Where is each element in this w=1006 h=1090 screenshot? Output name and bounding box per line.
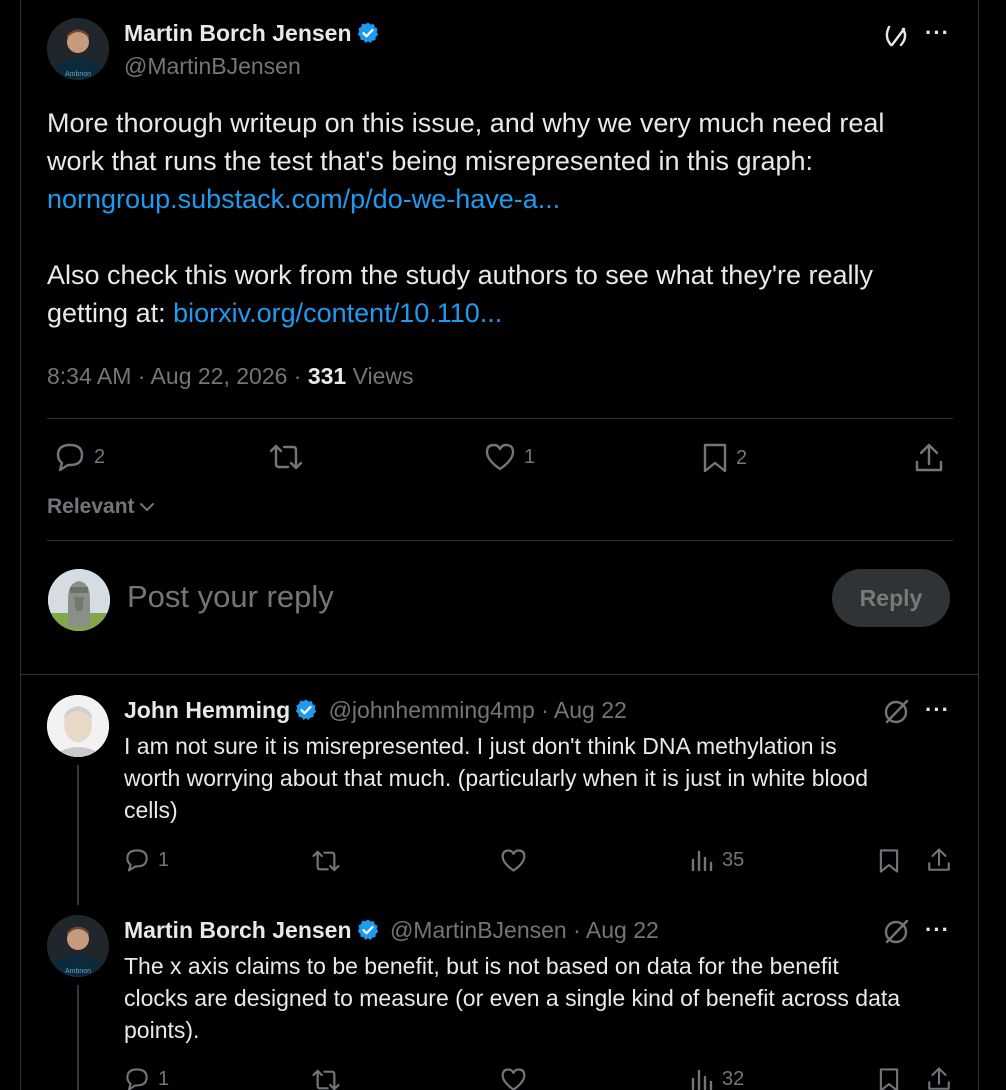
author-handle[interactable]: @MartinBJensen bbox=[124, 53, 301, 80]
verified-badge-icon bbox=[356, 21, 380, 51]
post-time-date[interactable]: 8:34 AM · Aug 22, 2026 · bbox=[47, 363, 308, 389]
like-action[interactable]: 1 bbox=[484, 442, 535, 472]
reply-text: The x axis claims to be benefit, but is … bbox=[124, 950, 954, 1046]
reply-author-name[interactable]: Martin Borch Jensen bbox=[124, 917, 352, 943]
repost-icon bbox=[312, 850, 340, 872]
post-text: More thorough writeup on this issue, and… bbox=[47, 104, 947, 332]
more-options-icon[interactable]: ··· bbox=[925, 697, 950, 723]
reply-button[interactable]: Reply bbox=[832, 569, 950, 627]
author-name[interactable]: Martin Borch Jensen bbox=[124, 20, 380, 51]
post-text-line: More thorough writeup on this issue, and… bbox=[47, 108, 885, 138]
views-count: 331 bbox=[307, 363, 347, 389]
share-icon bbox=[928, 1067, 950, 1090]
repost-action[interactable] bbox=[311, 848, 341, 874]
share-icon bbox=[915, 443, 943, 472]
reply-icon bbox=[126, 849, 148, 872]
repost-icon bbox=[269, 444, 303, 470]
chevron-down-icon bbox=[139, 503, 154, 511]
heart-icon bbox=[501, 849, 526, 872]
reply-icon bbox=[126, 1068, 148, 1090]
reply-text-line: I am not sure it is misrepresented. I ju… bbox=[124, 733, 837, 759]
sort-label: Relevant bbox=[47, 495, 135, 518]
repost-action[interactable] bbox=[268, 442, 304, 472]
svg-text:Ambrion: Ambrion bbox=[65, 968, 91, 975]
reply-action[interactable]: 1 bbox=[124, 1067, 169, 1090]
repost-icon bbox=[312, 1069, 340, 1090]
divider bbox=[47, 418, 953, 419]
divider bbox=[20, 674, 979, 675]
views-count: 32 bbox=[722, 1067, 745, 1090]
bookmark-action[interactable] bbox=[878, 848, 900, 874]
reply-count: 1 bbox=[158, 848, 170, 871]
reply-icon bbox=[56, 443, 84, 472]
post-link-substack[interactable]: norngroup.substack.com/p/do-we-have-a... bbox=[47, 180, 947, 218]
views-count: 35 bbox=[722, 848, 745, 871]
views-action[interactable]: 35 bbox=[690, 848, 744, 872]
grok-icon[interactable] bbox=[883, 918, 911, 951]
post-link-biorxiv[interactable]: biorxiv.org/content/10.110... bbox=[173, 298, 502, 328]
bookmark-icon bbox=[879, 1068, 899, 1090]
reply-handle-date[interactable]: @johnhemming4mp · Aug 22 bbox=[329, 697, 627, 723]
sort-dropdown[interactable]: Relevant bbox=[47, 495, 155, 519]
reply-text-line: clocks are designed to measure (or even … bbox=[124, 985, 901, 1011]
reply-header: Martin Borch Jensen @MartinBJensen · Aug… bbox=[124, 917, 659, 947]
heart-icon bbox=[501, 1068, 526, 1090]
grok-icon[interactable] bbox=[883, 698, 911, 731]
post-text-line: work that runs the test that's being mis… bbox=[47, 146, 814, 176]
reply-count: 1 bbox=[158, 1067, 170, 1090]
reply-action[interactable]: 1 bbox=[124, 848, 169, 872]
analytics-icon bbox=[691, 850, 713, 872]
bookmark-count: 2 bbox=[736, 446, 748, 469]
user-avatar[interactable] bbox=[48, 569, 110, 631]
reply-handle-date[interactable]: @MartinBJensen · Aug 22 bbox=[390, 917, 659, 943]
reply-action[interactable]: 2 bbox=[54, 442, 105, 472]
like-count: 1 bbox=[524, 445, 536, 468]
post-text-line: getting at: biorxiv.org/content/10.110..… bbox=[47, 294, 947, 332]
author-avatar[interactable]: Ambrion bbox=[47, 18, 109, 80]
thread-connector-line bbox=[77, 765, 79, 905]
more-options-icon[interactable]: ··· bbox=[925, 20, 950, 46]
reply-author-name[interactable]: John Hemming bbox=[124, 697, 290, 723]
verified-badge-icon bbox=[294, 698, 318, 727]
bookmark-icon bbox=[879, 849, 899, 873]
bookmark-icon bbox=[703, 443, 727, 473]
reply-text-line: points). bbox=[124, 1017, 200, 1043]
share-action[interactable] bbox=[926, 1065, 952, 1090]
reply-author-avatar[interactable] bbox=[47, 695, 109, 757]
post-timestamp[interactable]: 8:34 AM · Aug 22, 2026 · 331 Views bbox=[47, 363, 414, 390]
reply-input[interactable]: Post your reply bbox=[127, 579, 334, 615]
reply-text-line: The x axis claims to be benefit, but is … bbox=[124, 953, 839, 979]
bookmark-action[interactable] bbox=[878, 1067, 900, 1090]
reply-count: 2 bbox=[94, 445, 106, 468]
share-action[interactable] bbox=[913, 442, 945, 474]
like-action[interactable] bbox=[500, 848, 527, 873]
post-text-prefix: getting at: bbox=[47, 298, 174, 328]
reply-text: I am not sure it is misrepresented. I ju… bbox=[124, 730, 954, 826]
divider bbox=[47, 540, 953, 541]
author-name-text: Martin Borch Jensen bbox=[124, 20, 352, 46]
like-action[interactable] bbox=[500, 1067, 527, 1090]
reply-header: John Hemming @johnhemming4mp · Aug 22 bbox=[124, 697, 627, 727]
svg-text:Ambrion: Ambrion bbox=[65, 71, 91, 78]
bookmark-action[interactable]: 2 bbox=[702, 442, 747, 474]
thread-connector-line bbox=[77, 985, 79, 1090]
reply-text-line: cells) bbox=[124, 797, 178, 823]
verified-badge-icon bbox=[356, 918, 380, 947]
analytics-icon bbox=[691, 1069, 713, 1090]
repost-action[interactable] bbox=[311, 1067, 341, 1090]
views-label: Views bbox=[346, 363, 414, 389]
share-action[interactable] bbox=[926, 846, 952, 874]
views-action[interactable]: 32 bbox=[690, 1067, 744, 1090]
share-icon bbox=[928, 848, 950, 871]
heart-icon bbox=[485, 443, 515, 471]
reply-author-avatar[interactable]: Ambrion bbox=[47, 915, 109, 977]
reply-text-line: worth worrying about that much. (particu… bbox=[124, 765, 869, 791]
more-options-icon[interactable]: ··· bbox=[925, 917, 950, 943]
grok-icon[interactable] bbox=[882, 24, 910, 55]
post-text-line: Also check this work from the study auth… bbox=[47, 260, 874, 290]
